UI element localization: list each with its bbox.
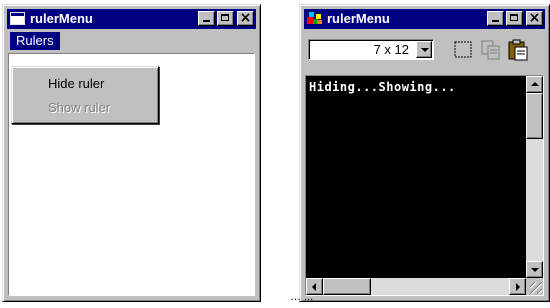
menu-item-hide-ruler[interactable]: Hide ruler xyxy=(48,76,104,92)
close-button[interactable]: × xyxy=(237,10,254,26)
close-icon: × xyxy=(528,10,541,26)
maximize-icon xyxy=(510,14,518,21)
resize-corner[interactable] xyxy=(526,278,543,295)
font-size-combo[interactable]: 7 x 12 xyxy=(308,39,434,60)
font-size-value: 7 x 12 xyxy=(373,42,409,57)
copy-icon[interactable] xyxy=(479,38,503,62)
window-title: rulerMenu xyxy=(30,11,93,26)
horizontal-scrollbar[interactable] xyxy=(306,278,526,295)
rulers-dropdown-menu: Hide ruler Show ruler xyxy=(11,66,159,124)
maximize-icon xyxy=(221,14,229,21)
right-window: rulerMenu × 7 x 12 Hiding...Showing... xyxy=(299,4,550,302)
right-title-bar[interactable]: rulerMenu × xyxy=(304,9,545,29)
terminal-output: Hiding...Showing... xyxy=(309,80,456,94)
app-window-icon xyxy=(10,12,25,25)
horizontal-scroll-thumb[interactable] xyxy=(323,278,371,295)
close-button[interactable]: × xyxy=(526,10,543,26)
window-title: rulerMenu xyxy=(327,11,390,26)
left-window: rulerMenu × Rulers xyxy=(2,4,261,302)
arrow-left-icon xyxy=(312,283,316,291)
paste-icon[interactable] xyxy=(506,38,530,62)
menu-rulers[interactable]: Rulers xyxy=(10,32,60,50)
scroll-down-button[interactable] xyxy=(526,261,543,278)
scroll-right-button[interactable] xyxy=(509,278,526,295)
menu-item-show-ruler: Show ruler xyxy=(48,100,111,115)
maximize-button[interactable] xyxy=(506,11,523,26)
minimize-button[interactable] xyxy=(487,11,504,26)
app-colorful-icon xyxy=(307,12,322,24)
vertical-scrollbar[interactable] xyxy=(526,76,543,278)
arrow-down-icon xyxy=(531,268,539,272)
size-grip-icon xyxy=(530,282,542,294)
scroll-up-button[interactable] xyxy=(526,76,543,93)
vertical-scroll-thumb[interactable] xyxy=(526,93,543,139)
minimize-icon xyxy=(492,20,499,22)
arrow-up-icon xyxy=(531,82,539,86)
left-title-bar[interactable]: rulerMenu × xyxy=(7,9,256,29)
maximize-button[interactable] xyxy=(217,11,234,26)
chevron-down-icon xyxy=(421,48,429,52)
arrow-right-icon xyxy=(516,283,520,291)
terminal-area[interactable]: Hiding...Showing... xyxy=(305,75,544,296)
combo-dropdown-button[interactable] xyxy=(416,41,432,58)
close-icon: × xyxy=(239,10,252,26)
minimize-icon xyxy=(203,20,210,22)
minimize-button[interactable] xyxy=(198,11,215,26)
caption-fragment: … ... xyxy=(290,291,314,303)
toolbar: 7 x 12 xyxy=(304,31,545,67)
select-icon[interactable] xyxy=(451,38,475,62)
menu-bar: Rulers xyxy=(7,31,256,51)
